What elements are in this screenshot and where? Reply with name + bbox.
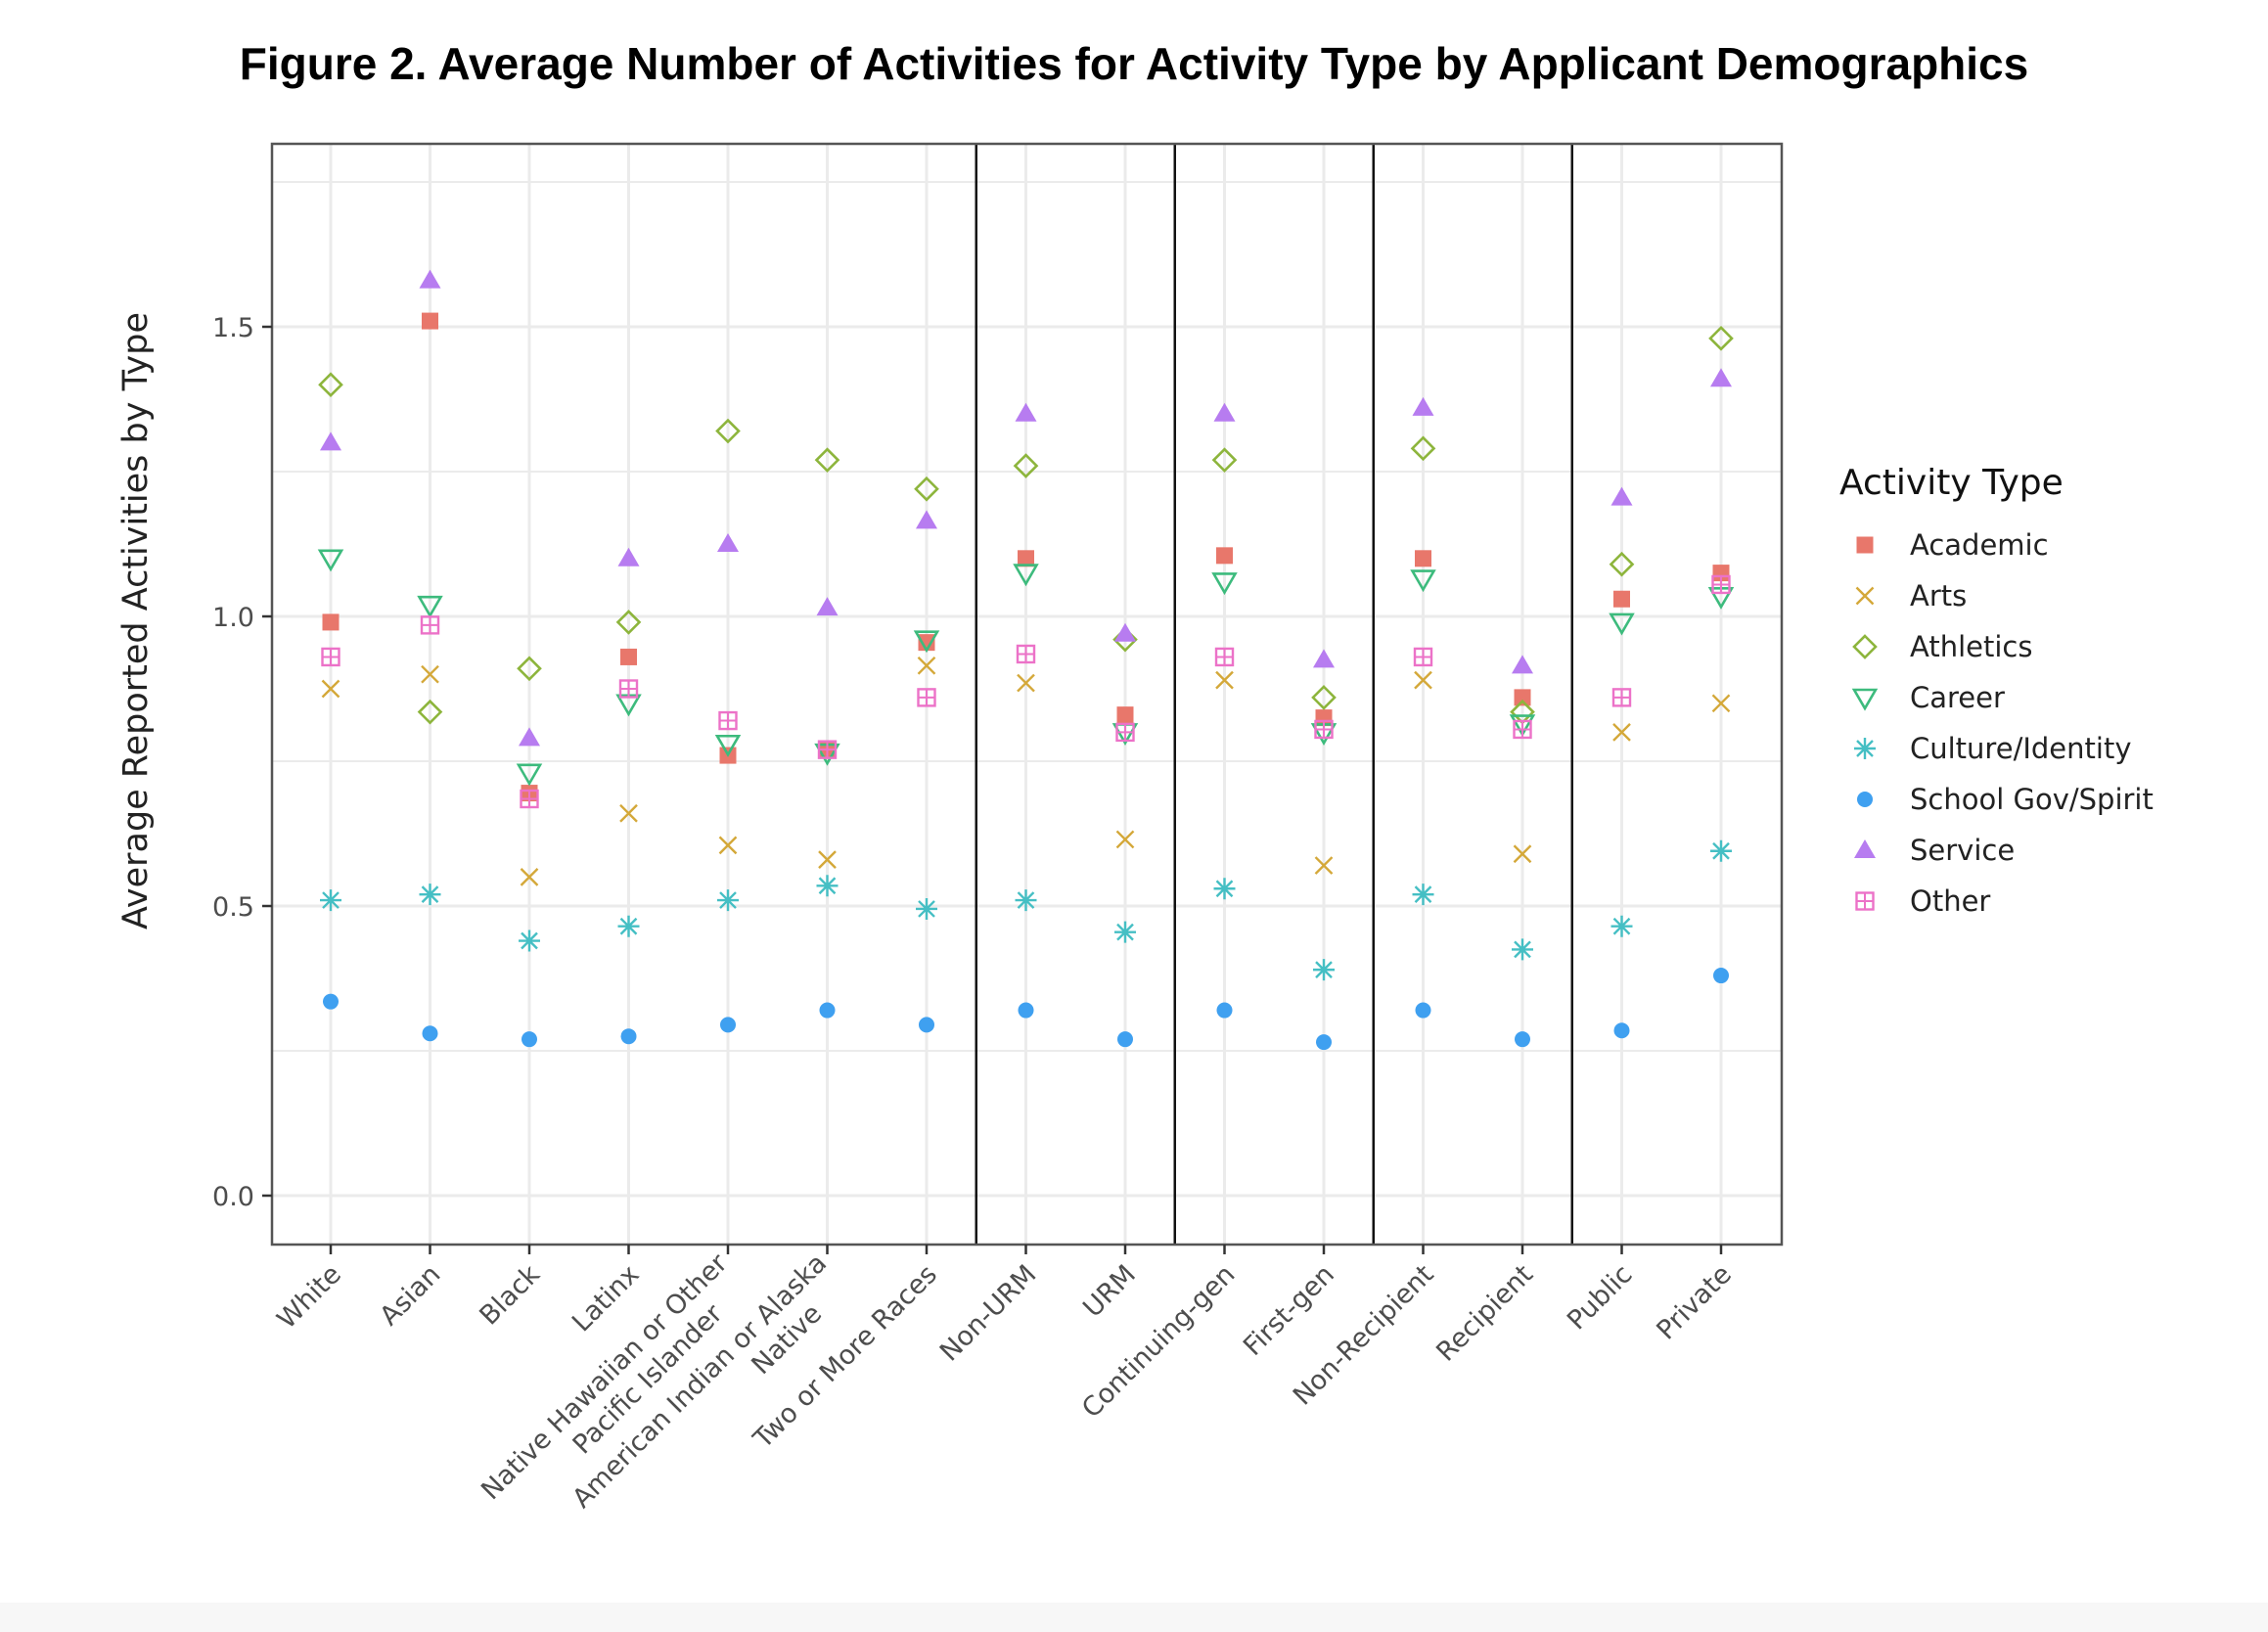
data-point [1116,706,1134,724]
legend-key-icon [1855,891,1875,911]
data-point [717,889,739,912]
data-point [1514,689,1531,706]
data-point [1512,938,1533,961]
legend-item: Other [1855,884,1990,918]
legend-item: Academic [1856,528,2049,562]
legend-label: Athletics [1910,630,2032,663]
x-tick-label: Asian [374,1259,446,1332]
x-axis: White Asian Black LatinxNative Hawaiian or … [272,1245,1738,1515]
data-point [1515,1031,1530,1048]
data-point [1216,547,1233,565]
legend-item: School Gov/Spirit [1857,783,2154,816]
y-axis: 0.0 0.5 1.0 1.5 [212,313,272,1212]
legend-key-icon [1857,792,1873,807]
legend-item: Career [1851,681,2005,714]
y-tick-label: 0.0 [212,1182,254,1212]
legend: Activity Type Academic Arts Athletics Career… [1839,463,2154,918]
legend-title: Activity Type [1839,463,2064,503]
data-point [1613,1022,1630,1039]
page-footer-band [0,1603,2268,1632]
scatter-chart: 0.00.51.01.5 White Asian Black LatinxNative… [116,142,2154,1515]
legend-label: Career [1910,681,2005,714]
x-tick-label: Non-URM [934,1259,1043,1368]
data-point [1613,590,1630,608]
grid-lines [272,144,1782,1245]
data-point [320,889,341,912]
data-point [1610,915,1633,937]
data-point [617,915,640,937]
legend-item: Athletics [1852,630,2032,663]
legend-key-icon [1855,586,1875,606]
data-point [720,1017,736,1033]
data-point [1313,959,1335,981]
data-point [620,648,637,665]
data-point [322,613,340,631]
legend-key-icon [1851,688,1879,711]
data-point [916,897,937,920]
legend-key-icon [1856,536,1874,554]
legend-item: Arts [1855,579,1967,612]
data-point [919,1017,934,1033]
legend-label: Arts [1910,579,1967,612]
data-point [816,875,839,897]
data-point [422,312,438,330]
legend-item: Culture/Identity [1854,732,2131,765]
x-tick-label: Public [1562,1259,1638,1336]
data-point [1415,1002,1431,1019]
legend-key-icon [1854,738,1876,759]
data-point [1316,1034,1332,1051]
data-point [1713,968,1729,984]
x-tick-label: Recipient [1430,1259,1539,1368]
y-tick-label: 0.5 [212,892,254,923]
data-point [1117,1031,1133,1048]
data-point [1015,889,1037,912]
data-point [1114,921,1136,943]
legend-label: Service [1910,834,2015,867]
data-point [323,993,339,1010]
legend-item: Service [1854,834,2015,867]
y-tick-label: 1.0 [212,603,254,633]
y-axis-label: Average Reported Activities by Type [116,312,156,929]
data-point [522,1031,537,1048]
legend-label: School Gov/Spirit [1910,783,2154,816]
legend-label: Other [1910,884,1990,918]
data-point [422,1025,438,1042]
data-point [519,929,540,952]
legend-key-icon [1854,839,1876,858]
x-tick-label: White [272,1259,347,1335]
data-point [620,1028,637,1045]
data-point [1412,884,1434,906]
legend-key-icon [1852,634,1878,659]
data-point [1216,1002,1233,1019]
y-tick-label: 1.5 [212,313,254,343]
data-point [1213,878,1236,900]
x-tick-label: Black [474,1259,546,1332]
legend-label: Culture/Identity [1910,732,2131,765]
x-tick-label: URM [1077,1259,1142,1324]
data-point [1710,839,1732,862]
data-point [419,884,441,906]
legend-label: Academic [1910,528,2049,562]
data-point [819,1002,836,1019]
x-tick-label: Private [1651,1259,1737,1345]
data-point [1018,1002,1034,1019]
data-point [1415,550,1431,567]
x-tick-label: First-gen [1238,1259,1340,1362]
